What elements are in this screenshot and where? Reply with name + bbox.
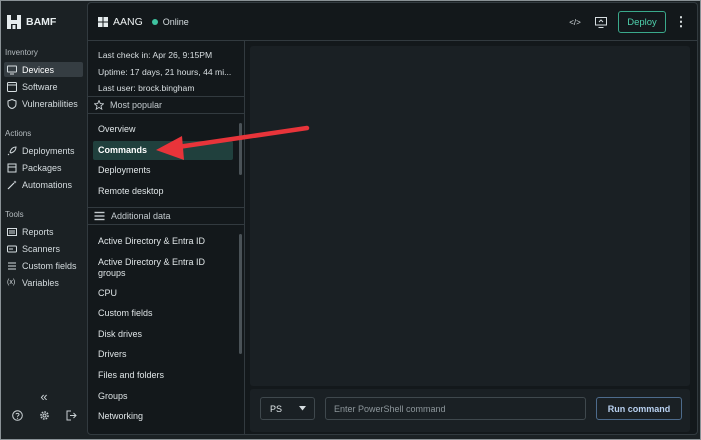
list-item-deployments[interactable]: Deployments xyxy=(93,161,233,180)
device-panel: AANG Online </> Deploy ⋮ Last check in: … xyxy=(87,2,698,435)
list-item-groups[interactable]: Groups xyxy=(93,387,233,406)
sidebar-item-packages[interactable]: Packages xyxy=(4,160,83,175)
command-output-area xyxy=(250,46,690,386)
sidebar: BAMF Inventory Devices Software Vulnerab… xyxy=(1,1,87,439)
command-input[interactable] xyxy=(325,397,586,420)
sidebar-item-reports[interactable]: Reports xyxy=(4,224,83,239)
sidebar-item-devices[interactable]: Devices xyxy=(4,62,83,77)
logout-icon[interactable] xyxy=(66,410,77,421)
code-icon: </> xyxy=(569,17,581,27)
windows-icon xyxy=(98,17,108,27)
sidebar-item-label: Devices xyxy=(22,64,55,75)
shell-select[interactable]: PS xyxy=(260,397,315,420)
device-header: AANG Online </> Deploy ⋮ xyxy=(88,3,697,41)
sidebar-item-deployments[interactable]: Deployments xyxy=(4,143,83,158)
section-label-tools: Tools xyxy=(5,210,24,219)
last-check-in: Last check in: Apr 26, 9:15PM xyxy=(98,50,213,60)
logo-icon xyxy=(7,15,21,29)
collapse-sidebar-icon[interactable]: « xyxy=(40,389,47,404)
more-options-button[interactable]: ⋮ xyxy=(673,14,689,29)
section-label-inventory: Inventory xyxy=(5,48,38,57)
list-item-overview[interactable]: Overview xyxy=(93,120,233,139)
list-item-commands[interactable]: Commands xyxy=(93,141,233,160)
monitor-icon xyxy=(7,65,17,74)
run-command-button[interactable]: Run command xyxy=(596,397,682,420)
deploy-button[interactable]: Deploy xyxy=(618,11,666,33)
brand[interactable]: BAMF xyxy=(7,14,56,30)
shield-icon xyxy=(7,98,17,109)
table-icon xyxy=(94,211,105,221)
uptime: Uptime: 17 days, 21 hours, 44 mi... xyxy=(98,66,232,77)
screen-share-icon xyxy=(595,16,607,28)
sidebar-item-label: Automations xyxy=(22,179,73,190)
scrollbar-additional[interactable] xyxy=(239,234,242,354)
sidebar-item-label: Custom fields xyxy=(22,260,77,271)
sidebar-item-label: Reports xyxy=(22,226,54,237)
list-item-cpu[interactable]: CPU xyxy=(93,284,233,303)
sidebar-item-custom-fields[interactable]: Custom fields xyxy=(4,258,83,273)
wand-icon xyxy=(7,180,17,189)
list-item-custom-fields[interactable]: Custom fields xyxy=(93,304,233,323)
rocket-icon xyxy=(7,145,17,155)
sidebar-footer xyxy=(1,410,87,421)
chevron-down-icon xyxy=(299,406,306,411)
list-item-active-directory[interactable]: Active Directory & Entra ID xyxy=(93,232,233,251)
section-label-actions: Actions xyxy=(5,129,32,138)
column-divider xyxy=(244,41,245,435)
device-info: Last check in: Apr 26, 9:15PM Uptime: 17… xyxy=(98,47,231,97)
online-status-dot xyxy=(151,19,158,25)
more-vertical-icon: ⋮ xyxy=(674,14,688,29)
package-icon xyxy=(7,163,17,172)
scanner-icon xyxy=(7,245,17,252)
last-user: Last user: brock.bingham xyxy=(98,83,195,93)
software-icon xyxy=(7,81,17,92)
scrollbar-popular[interactable] xyxy=(239,123,242,175)
collapse-row: « xyxy=(1,389,87,404)
group-header-most-popular: Most popular xyxy=(88,96,244,114)
settings-gear-icon[interactable] xyxy=(39,410,50,421)
list-item-networking[interactable]: Networking xyxy=(93,407,233,426)
list-item-drivers[interactable]: Drivers xyxy=(93,345,233,364)
sidebar-item-label: Scanners xyxy=(22,243,61,254)
sidebar-item-label: Packages xyxy=(22,162,62,173)
brand-name: BAMF xyxy=(26,16,57,28)
variables-icon: (x) xyxy=(7,279,16,286)
star-icon xyxy=(94,100,104,110)
remote-screen-button[interactable] xyxy=(593,15,609,29)
list-item-disk-drives[interactable]: Disk drives xyxy=(93,325,233,344)
sidebar-item-label: Deployments xyxy=(22,145,75,156)
group-label: Additional data xyxy=(111,211,171,221)
list-item-active-directory-groups[interactable]: Active Directory & Entra ID groups xyxy=(93,255,218,280)
command-bar: PS Run command xyxy=(250,389,690,432)
help-icon[interactable] xyxy=(11,410,23,421)
sidebar-item-vulnerabilities[interactable]: Vulnerabilities xyxy=(4,96,83,111)
sidebar-item-scanners[interactable]: Scanners xyxy=(4,241,83,256)
group-header-additional-data: Additional data xyxy=(88,207,244,225)
device-title: AANG Online xyxy=(98,16,189,28)
shell-select-value: PS xyxy=(270,403,283,414)
list-item-remote-desktop[interactable]: Remote desktop xyxy=(93,182,233,201)
sidebar-item-label: Software xyxy=(22,81,58,92)
list-item-files-and-folders[interactable]: Files and folders xyxy=(93,366,233,385)
sidebar-item-automations[interactable]: Automations xyxy=(4,177,83,192)
fields-icon xyxy=(8,262,16,269)
group-label: Most popular xyxy=(110,100,163,110)
sidebar-item-label: Vulnerabilities xyxy=(22,98,78,109)
code-view-button[interactable]: </> xyxy=(567,15,583,29)
sidebar-item-variables[interactable]: (x) Variables xyxy=(4,275,83,290)
device-name: AANG xyxy=(113,16,143,28)
list-icon xyxy=(7,227,17,236)
sidebar-item-label: Variables xyxy=(22,277,59,288)
device-status: Online xyxy=(162,17,189,27)
sidebar-item-software[interactable]: Software xyxy=(4,79,83,94)
